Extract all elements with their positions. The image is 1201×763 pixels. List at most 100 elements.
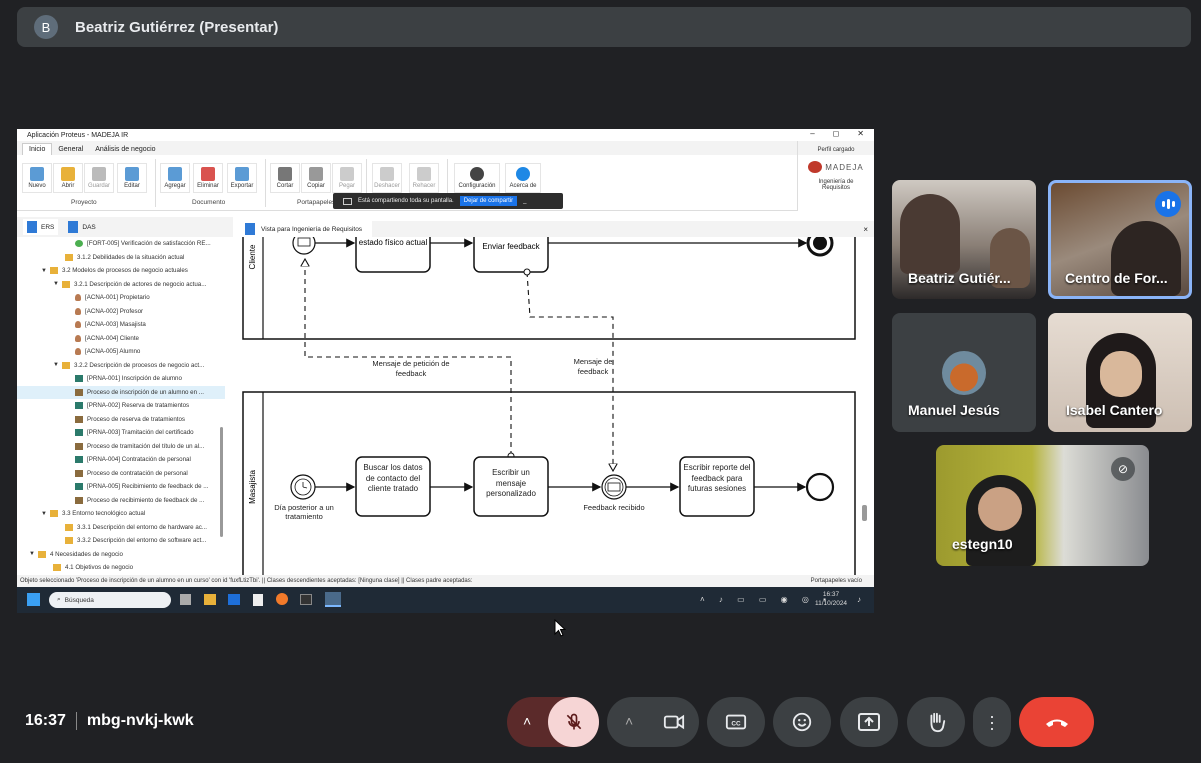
participant-tile-centro[interactable]: Centro de For...: [1048, 180, 1192, 299]
folder-icon: [49, 510, 58, 518]
tree-node[interactable]: [ACNA-002] Profesor: [17, 305, 225, 319]
windows-start-icon[interactable]: [27, 593, 40, 606]
tree-node[interactable]: [PRNA-001] Inscripción de alumno: [17, 372, 225, 386]
tree-node[interactable]: [ACNA-005] Alumno: [17, 345, 225, 359]
participant-tile-isabel[interactable]: Isabel Cantero: [1048, 313, 1192, 432]
videocam-icon[interactable]: [663, 712, 685, 732]
tree-node[interactable]: 3.1.2 Debilidades de la situación actual: [17, 251, 225, 265]
eliminar-button[interactable]: Eliminar: [193, 163, 223, 193]
tree-node[interactable]: [PRNA-005] Recibimiento de feedback de .…: [17, 480, 225, 494]
configuracion-label: Configuración: [458, 183, 496, 189]
tree-node-label: [ACNA-004] Cliente: [85, 334, 139, 342]
proteus-app-icon[interactable]: [325, 592, 341, 607]
tree-node[interactable]: ▼ 3.2.2 Descripción de procesos de negoci…: [17, 359, 225, 373]
meeting-code: mbg-nvkj-kwk: [86, 712, 194, 729]
taskbar-search[interactable]: ⌕ Búsqueda: [49, 592, 171, 608]
diagram-icon: [75, 442, 83, 450]
tab-vista[interactable]: Vista para Ingeniería de Requisitos: [239, 220, 373, 238]
taskbar-clock[interactable]: 16:37 11/10/2024: [815, 590, 847, 608]
mic-toggle-button[interactable]: [548, 697, 599, 747]
mic-options-button[interactable]: ˄: [523, 713, 531, 729]
tree-node[interactable]: [ACNA-003] Masajista: [17, 318, 225, 332]
minimize-button[interactable]: –: [810, 129, 814, 138]
tray-icons[interactable]: ˄ ♪ ▭ ▭ ◉ ◎ ▪: [700, 595, 832, 604]
tree-node[interactable]: ▼ 4 Necesidades de negocio: [17, 548, 225, 562]
tab-inicio[interactable]: Inicio: [22, 143, 53, 155]
tree-node[interactable]: Proceso de contratación de personal: [17, 467, 225, 481]
madeja-logo-icon: [808, 161, 823, 173]
task-view-icon[interactable]: [180, 594, 191, 605]
lane-masajista: [242, 391, 856, 575]
configuracion-button[interactable]: Configuración: [454, 163, 500, 193]
tree-node[interactable]: Proceso de tramitación del título de un …: [17, 440, 225, 454]
tab-ers[interactable]: ERS: [23, 219, 59, 235]
share-banner-text: Está compartiendo toda su pantalla.: [358, 198, 454, 204]
tree-node[interactable]: 3.3.1 Descripción del entorno de hardwar…: [17, 521, 225, 535]
emoji-button[interactable]: [773, 697, 831, 747]
more-options-button[interactable]: · · ·: [973, 697, 1011, 747]
hide-banner-button[interactable]: _: [523, 198, 526, 204]
nuevo-button[interactable]: Nuevo: [22, 163, 52, 193]
tab-analisis[interactable]: Análisis de negocio: [89, 144, 161, 155]
profile-brand: MADEJA: [825, 162, 864, 172]
camera-options-button[interactable]: ˄: [625, 713, 633, 729]
group-documento: Documento: [192, 199, 226, 206]
present-button[interactable]: [840, 697, 898, 747]
pegar-button[interactable]: Pegar: [332, 163, 362, 193]
tree-node[interactable]: [PRNA-004] Contratación de personal: [17, 453, 225, 467]
group-proyecto: Proyecto: [71, 199, 97, 206]
exportar-button[interactable]: Exportar: [227, 163, 257, 193]
file-explorer-icon[interactable]: [204, 594, 216, 605]
tab-general[interactable]: General: [52, 144, 89, 155]
cortar-button[interactable]: Cortar: [270, 163, 300, 193]
end-call-button[interactable]: [1019, 697, 1094, 747]
ribbon-tabs: Inicio General Análisis de negocio: [17, 141, 874, 155]
participant-tile-manuel[interactable]: Manuel Jesús: [892, 313, 1036, 432]
acerca-button[interactable]: Acerca de: [505, 163, 541, 193]
participant-tile-estegn10[interactable]: ⊘ estegn10: [936, 445, 1149, 566]
abrir-button[interactable]: Abrir: [53, 163, 83, 193]
tree-node[interactable]: [FORT-005] Verificación de satisfacción …: [17, 237, 225, 251]
tree-node[interactable]: [PRNA-002] Reserva de tratamientos: [17, 399, 225, 413]
terminal-icon[interactable]: [300, 594, 312, 605]
tree-node[interactable]: 3.3.2 Descripción del entorno de softwar…: [17, 534, 225, 548]
tree-node[interactable]: 4.1 Objetivos de negocio: [17, 561, 225, 575]
tree-node-label: Proceso de reserva de tratamientos: [87, 415, 186, 423]
tree-node[interactable]: ▼ 3.2 Modelos de procesos de negocio actu…: [17, 264, 225, 278]
diagram-icon: [75, 415, 83, 423]
rehacer-button[interactable]: Rehacer: [409, 163, 439, 193]
tree-node[interactable]: Proceso de recibimiento de feedback de .…: [17, 494, 225, 508]
bpmn-diagram: Cliente estado físico actual Enviar feed…: [241, 237, 868, 575]
tree-scrollbar[interactable]: [220, 427, 223, 537]
presenter-avatar: B: [34, 15, 58, 39]
tab-das[interactable]: DAS: [64, 219, 99, 235]
tree-node[interactable]: [ACNA-004] Cliente: [17, 332, 225, 346]
tree-node[interactable]: Proceso de reserva de tratamientos: [17, 413, 225, 427]
bpmn-canvas: Cliente estado físico actual Enviar feed…: [242, 237, 867, 575]
folder-icon: [53, 564, 61, 572]
outlook-icon[interactable]: [228, 594, 240, 605]
file-icon[interactable]: [253, 594, 263, 606]
participant-tile-beatriz[interactable]: Beatriz Gutiér...: [892, 180, 1036, 299]
close-view-button[interactable]: ×: [863, 225, 868, 234]
tree-node-label: 3.2 Modelos de procesos de negocio actua…: [61, 267, 188, 275]
tree-node[interactable]: [ACNA-001] Propietario: [17, 291, 225, 305]
raise-hand-button[interactable]: [907, 697, 965, 747]
agregar-button[interactable]: Agregar: [160, 163, 190, 193]
firefox-icon[interactable]: [276, 593, 288, 605]
bell-icon[interactable]: ♪: [857, 595, 861, 604]
tree-node[interactable]: [PRNA-003] Tramitación del certificado: [17, 426, 225, 440]
tree-node[interactable]: ▼ 3.3 Entorno tecnológico actual: [17, 507, 225, 521]
guardar-button[interactable]: Guardar: [84, 163, 114, 193]
stop-sharing-button[interactable]: Dejar de compartir: [459, 196, 518, 206]
tree-node[interactable]: ▼ 3.2.1 Descripción de actores de negocio…: [17, 278, 225, 292]
copiar-button[interactable]: Copiar: [301, 163, 331, 193]
diagram-scrollbar[interactable]: [862, 505, 867, 521]
tree-node-selected[interactable]: Proceso de inscripción de un alumno en .…: [17, 385, 225, 399]
deshacer-button[interactable]: Deshacer: [372, 163, 402, 193]
maximize-button[interactable]: ◻: [833, 129, 840, 138]
close-button[interactable]: ✕: [857, 129, 864, 138]
captions-button[interactable]: CC: [707, 697, 765, 747]
editar-button[interactable]: Editar: [117, 163, 147, 193]
emoji-icon: [792, 712, 812, 732]
